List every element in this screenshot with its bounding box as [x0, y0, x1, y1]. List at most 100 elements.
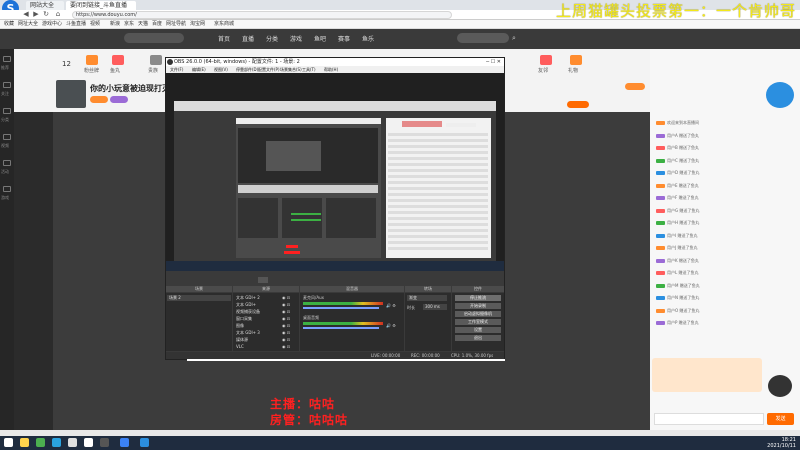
- source-item[interactable]: 文本 GDI+ 3 ◉ ⊡: [234, 330, 298, 336]
- volume-slider[interactable]: [303, 307, 379, 309]
- site-nav-item[interactable]: 分类: [266, 34, 278, 43]
- taskbar-app-icon[interactable]: [84, 438, 93, 447]
- site-nav-item[interactable]: 鱼吧: [314, 34, 326, 43]
- bookmark-item[interactable]: 天猫: [138, 21, 148, 28]
- taskbar-app-icon[interactable]: [100, 438, 109, 447]
- sidebar-icon[interactable]: [3, 56, 11, 62]
- control-button[interactable]: 停止推流: [455, 295, 501, 301]
- search-icon[interactable]: ⌕: [512, 34, 516, 43]
- transition-select[interactable]: 渐变: [407, 295, 447, 301]
- sidebar-icon[interactable]: [3, 82, 11, 88]
- scenes-list[interactable]: 场景 2: [166, 293, 232, 351]
- source-item[interactable]: 窗口采集 ◉ ⊡: [234, 316, 298, 322]
- refresh-icon[interactable]: ↻: [42, 10, 50, 19]
- obs-window[interactable]: OBS 26.0.0 (64-bit, windows) - 配置文件: 1 -…: [165, 57, 505, 360]
- send-button[interactable]: 发送: [767, 413, 794, 425]
- speaker-icon[interactable]: 🔊 ⚙: [386, 303, 396, 308]
- bookmark-item[interactable]: 网址大全: [18, 21, 38, 28]
- share-button[interactable]: [625, 83, 645, 90]
- forward-icon[interactable]: ▶: [32, 10, 40, 19]
- sidebar-icon[interactable]: [3, 134, 11, 140]
- bookmark-item[interactable]: 淘宝网: [190, 21, 205, 28]
- room-top-icon[interactable]: [570, 55, 582, 65]
- bookmark-item[interactable]: 百度: [152, 21, 162, 28]
- control-button[interactable]: 工作室模式: [455, 319, 501, 325]
- duration-input[interactable]: 300 ms: [423, 304, 447, 310]
- site-search-input[interactable]: [457, 33, 509, 43]
- taskbar-app-icon[interactable]: [20, 438, 29, 447]
- tab-douyu[interactable]: 要闭到链接_斗鱼直播: [66, 1, 136, 10]
- follow-button[interactable]: [567, 101, 589, 108]
- site-logo[interactable]: [124, 33, 184, 43]
- avatar[interactable]: [56, 80, 86, 108]
- visibility-lock-icon[interactable]: ◉ ⊡: [282, 337, 290, 343]
- bookmark-item[interactable]: 视频: [90, 21, 100, 28]
- visibility-lock-icon[interactable]: ◉ ⊡: [282, 316, 290, 322]
- visibility-lock-icon[interactable]: ◉ ⊡: [282, 323, 290, 329]
- taskbar-app-icon[interactable]: [36, 438, 45, 447]
- home-icon[interactable]: ⌂: [54, 10, 62, 19]
- obs-menu-item[interactable]: 配置文件(P): [258, 66, 280, 73]
- source-item[interactable]: 文本 GDI+ 2 ◉ ⊡: [234, 295, 298, 301]
- control-button[interactable]: 启动虚拟摄像机: [455, 311, 501, 317]
- mascot-avatar-icon[interactable]: [768, 375, 792, 397]
- taskbar-app-icon[interactable]: [52, 438, 61, 447]
- taskbar-app-icon[interactable]: [120, 438, 129, 447]
- room-top-icon[interactable]: [150, 55, 162, 65]
- bookmark-item[interactable]: 收藏: [4, 21, 14, 28]
- bookmark-item[interactable]: 京东: [124, 21, 134, 28]
- sidebar-icon[interactable]: [3, 186, 11, 192]
- sources-list[interactable]: 文本 GDI+ 2 ◉ ⊡ 文本 GDI+ ◉ ⊡ 视频捕获设备 ◉ ⊡ 窗口采集 ◉ ⊡ 图像…: [233, 293, 299, 351]
- room-top-icon[interactable]: [540, 55, 552, 65]
- site-nav-item[interactable]: 鱼乐: [362, 34, 374, 43]
- bookmark-item[interactable]: 游戏中心: [42, 21, 62, 28]
- obs-menu-item[interactable]: 帮助(H): [324, 66, 338, 73]
- site-nav-item[interactable]: 直播: [242, 34, 254, 43]
- speaker-icon[interactable]: 🔊 ⚙: [386, 323, 396, 328]
- visibility-lock-icon[interactable]: ◉ ⊡: [282, 295, 290, 301]
- control-button[interactable]: 设置: [455, 327, 501, 333]
- taskbar-app-icon[interactable]: [140, 438, 149, 447]
- site-nav-item[interactable]: 赛事: [338, 34, 350, 43]
- source-item[interactable]: 图像 ◉ ⊡: [234, 323, 298, 329]
- obs-preview[interactable]: [166, 73, 504, 271]
- obs-menu-item[interactable]: 文件(F): [170, 66, 183, 73]
- control-button[interactable]: 开始录制: [455, 303, 501, 309]
- player-progress[interactable]: [187, 359, 505, 361]
- visibility-lock-icon[interactable]: ◉ ⊡: [282, 302, 290, 308]
- bookmark-item[interactable]: 新浪: [110, 21, 120, 28]
- source-item[interactable]: VLC ◉ ⊡: [234, 344, 298, 350]
- mascot-icon[interactable]: [766, 82, 794, 108]
- sidebar-icon[interactable]: [3, 160, 11, 166]
- room-top-icon[interactable]: [86, 55, 98, 65]
- obs-menu-item[interactable]: 停靠部件(D): [236, 66, 258, 73]
- visibility-lock-icon[interactable]: ◉ ⊡: [282, 344, 290, 350]
- site-nav-item[interactable]: 游戏: [290, 34, 302, 43]
- bookmark-item[interactable]: 网址导航: [166, 21, 186, 28]
- start-icon[interactable]: [4, 438, 13, 447]
- preview-toggle-icon[interactable]: [258, 277, 268, 283]
- taskbar-app-icon[interactable]: [68, 438, 77, 447]
- obs-menu-item[interactable]: 视图(V): [214, 66, 228, 73]
- visibility-lock-icon[interactable]: ◉ ⊡: [282, 330, 290, 336]
- window-controls-icon[interactable]: ─ ☐ ✕: [486, 58, 501, 66]
- back-icon[interactable]: ◀: [22, 10, 30, 19]
- bookmark-item[interactable]: 京东商城: [214, 21, 234, 28]
- obs-menu-item[interactable]: 场景集合(S): [280, 66, 302, 73]
- bookmark-item[interactable]: 斗鱼直播: [66, 21, 86, 28]
- gift-popup[interactable]: [652, 358, 762, 392]
- chat-input[interactable]: [654, 413, 764, 425]
- site-nav-item[interactable]: 首页: [218, 34, 230, 43]
- obs-menu-item[interactable]: 编辑(E): [192, 66, 206, 73]
- visibility-lock-icon[interactable]: ◉ ⊡: [282, 309, 290, 315]
- sidebar-icon[interactable]: [3, 108, 11, 114]
- source-item[interactable]: 媒体源 ◉ ⊡: [234, 337, 298, 343]
- volume-slider[interactable]: [303, 327, 379, 329]
- url-input[interactable]: https://www.douyu.com/: [72, 11, 452, 19]
- obs-menu-item[interactable]: 工具(T): [302, 66, 316, 73]
- audio-mixer[interactable]: 麦克风/Aux 🔊 ⚙ 桌面音频 🔊 ⚙: [300, 293, 404, 351]
- source-item[interactable]: 视频捕获设备 ◉ ⊡: [234, 309, 298, 315]
- scene-item[interactable]: 场景 2: [167, 295, 231, 301]
- tab-site-directory[interactable]: 网站大全: [26, 1, 64, 10]
- control-button[interactable]: 退出: [455, 335, 501, 341]
